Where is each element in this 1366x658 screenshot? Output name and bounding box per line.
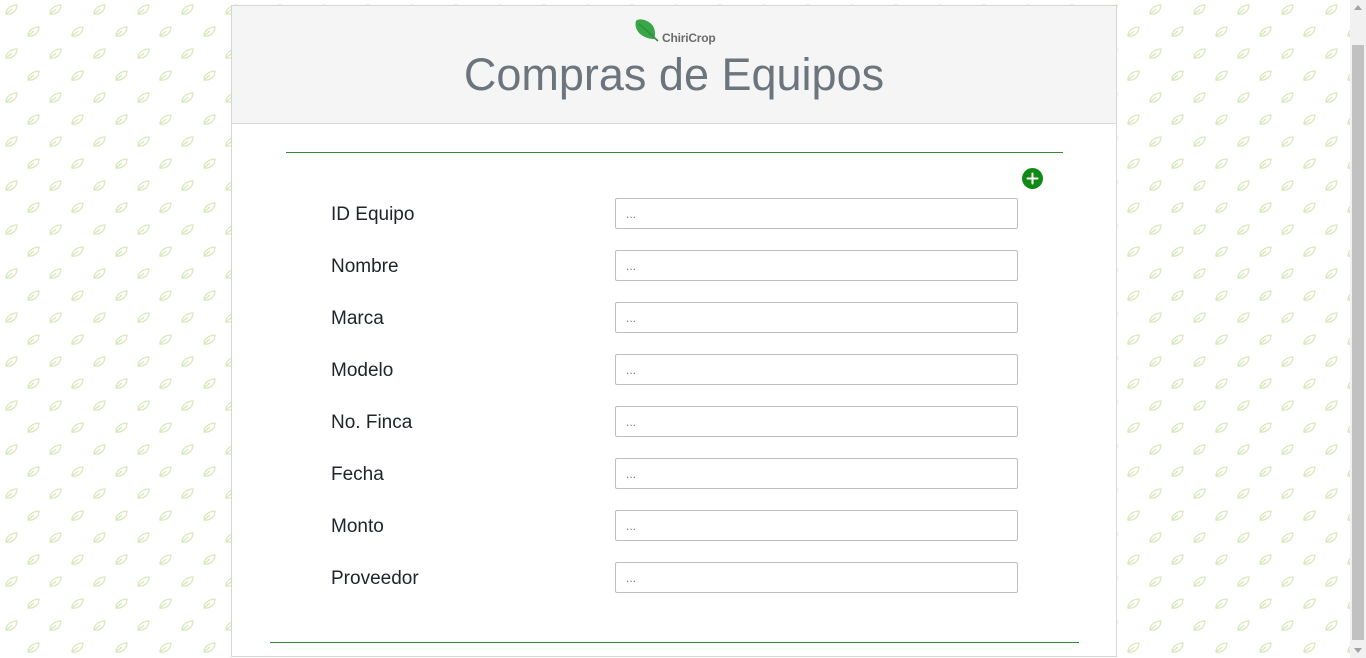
card-header: ChiriCrop Compras de Equipos — [232, 6, 1116, 124]
nombre-label: Nombre — [331, 256, 399, 277]
form-row-modelo: Modelo — [331, 354, 1019, 385]
fecha-input[interactable] — [615, 458, 1018, 489]
vertical-scrollbar[interactable] — [1350, 0, 1366, 658]
add-button[interactable] — [1022, 168, 1043, 189]
fecha-label: Fecha — [331, 464, 384, 485]
modelo-input[interactable] — [615, 354, 1018, 385]
brand-name: ChiriCrop — [662, 31, 716, 45]
scroll-up-arrow-icon[interactable] — [1354, 5, 1362, 10]
form-row-nombre: Nombre — [331, 250, 1019, 281]
no-finca-label: No. Finca — [331, 412, 413, 433]
top-divider — [286, 152, 1063, 153]
proveedor-label: Proveedor — [331, 568, 419, 589]
form-row-no-finca: No. Finca — [331, 406, 1019, 437]
form-card: ChiriCrop Compras de Equipos ID Equipo N… — [231, 5, 1117, 657]
plus-circle-icon — [1026, 172, 1039, 185]
no-finca-input[interactable] — [615, 406, 1018, 437]
modelo-label: Modelo — [331, 360, 394, 381]
leaf-icon — [635, 19, 659, 42]
form-row-id-equipo: ID Equipo — [331, 198, 1019, 229]
form-row-monto: Monto — [331, 510, 1019, 541]
proveedor-input[interactable] — [615, 562, 1018, 593]
page-title: Compras de Equipos — [463, 49, 885, 100]
monto-input[interactable] — [615, 510, 1018, 541]
marca-input[interactable] — [615, 302, 1018, 333]
scroll-down-arrow-icon[interactable] — [1354, 648, 1362, 653]
id-equipo-label: ID Equipo — [331, 204, 415, 225]
nombre-input[interactable] — [615, 250, 1018, 281]
marca-label: Marca — [331, 308, 384, 329]
form-row-fecha: Fecha — [331, 458, 1019, 489]
form-row-proveedor: Proveedor — [331, 562, 1019, 593]
id-equipo-input[interactable] — [615, 198, 1018, 229]
bottom-divider — [270, 642, 1079, 643]
scrollbar-thumb[interactable] — [1352, 45, 1364, 640]
form-row-marca: Marca — [331, 302, 1019, 333]
monto-label: Monto — [331, 516, 384, 537]
